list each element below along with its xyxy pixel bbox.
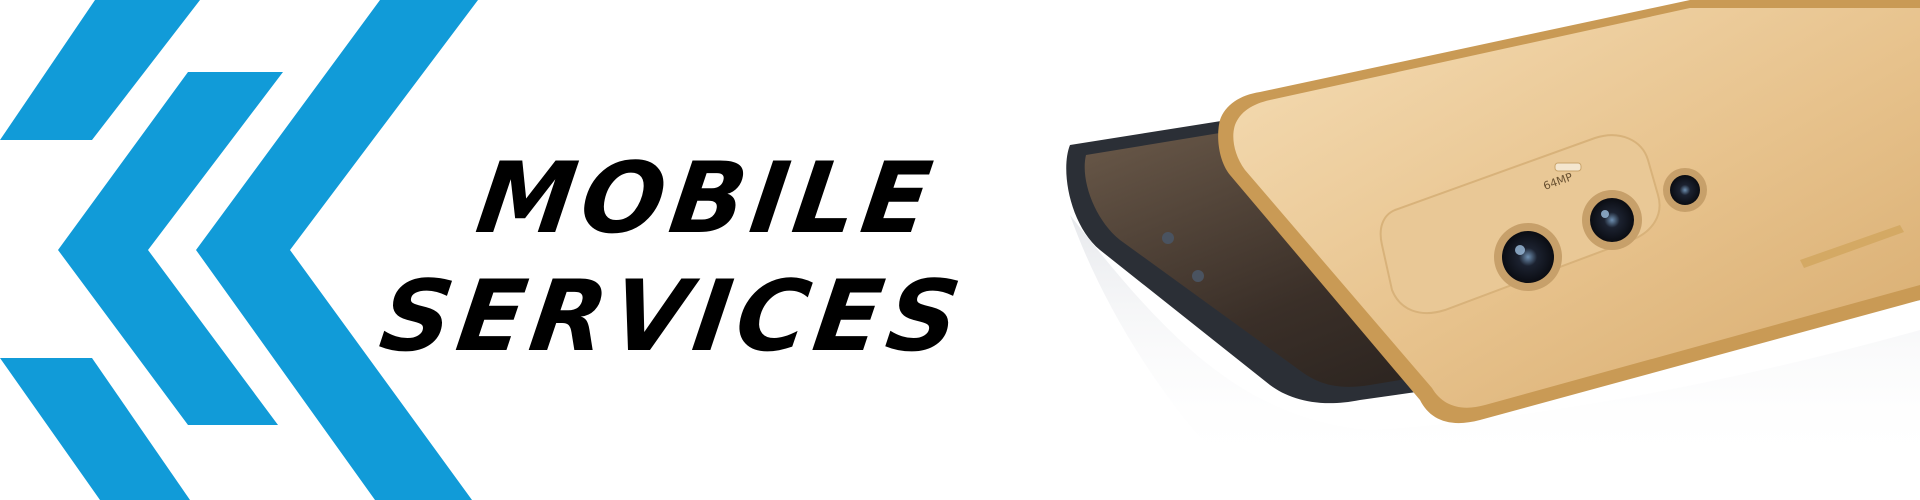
camera-lens-medium xyxy=(1582,190,1642,250)
camera-flash xyxy=(1554,162,1582,172)
camera-lens-small xyxy=(1663,168,1707,212)
headline-mobile: MOBILE xyxy=(470,142,944,256)
camera-lens-large xyxy=(1494,223,1562,291)
mobile-services-banner: MOBILE SERVICES 64MP xyxy=(0,0,1920,500)
headline-services: SERVICES xyxy=(373,260,973,374)
smartphone-illustration: 64MP xyxy=(1066,0,1920,470)
front-camera-dot xyxy=(1162,232,1174,244)
headline: MOBILE SERVICES xyxy=(373,140,1056,376)
front-camera-dot-2 xyxy=(1192,270,1204,282)
